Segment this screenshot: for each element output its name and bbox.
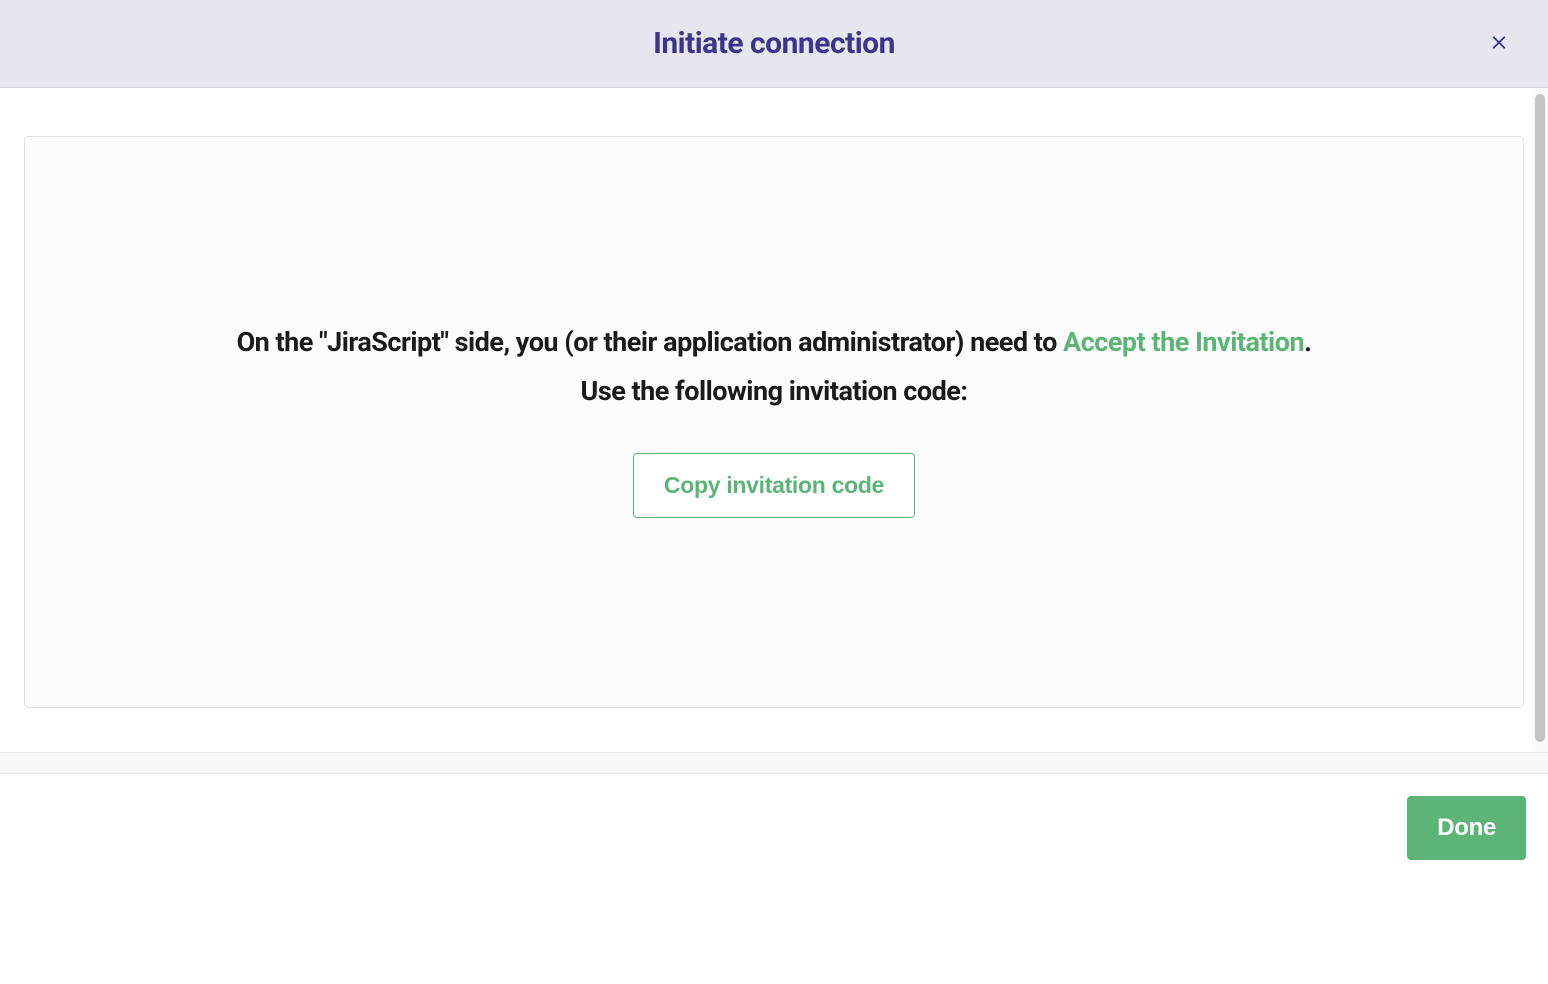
dialog-content: On the "JiraScript" side, you (or their … xyxy=(0,88,1548,752)
accept-invitation-link[interactable]: Accept the Invitation xyxy=(1063,326,1304,358)
done-button[interactable]: Done xyxy=(1407,796,1526,860)
dialog-footer: Done xyxy=(0,774,1548,984)
close-button[interactable] xyxy=(1480,23,1518,64)
instruction-card: On the "JiraScript" side, you (or their … xyxy=(24,136,1524,708)
copy-invitation-code-button[interactable]: Copy invitation code xyxy=(633,453,915,518)
instruction-suffix: . xyxy=(1304,326,1311,358)
divider-strip xyxy=(0,752,1548,774)
use-code-text: Use the following invitation code: xyxy=(581,375,968,407)
dialog-title: Initiate connection xyxy=(653,26,895,61)
instruction-prefix: On the "JiraScript" side, you (or their … xyxy=(237,326,1063,358)
scrollbar-thumb[interactable] xyxy=(1535,94,1545,742)
close-icon xyxy=(1488,31,1510,56)
scrollbar-track xyxy=(1532,88,1548,752)
instruction-text: On the "JiraScript" side, you (or their … xyxy=(237,326,1312,360)
dialog-header: Initiate connection xyxy=(0,0,1548,88)
